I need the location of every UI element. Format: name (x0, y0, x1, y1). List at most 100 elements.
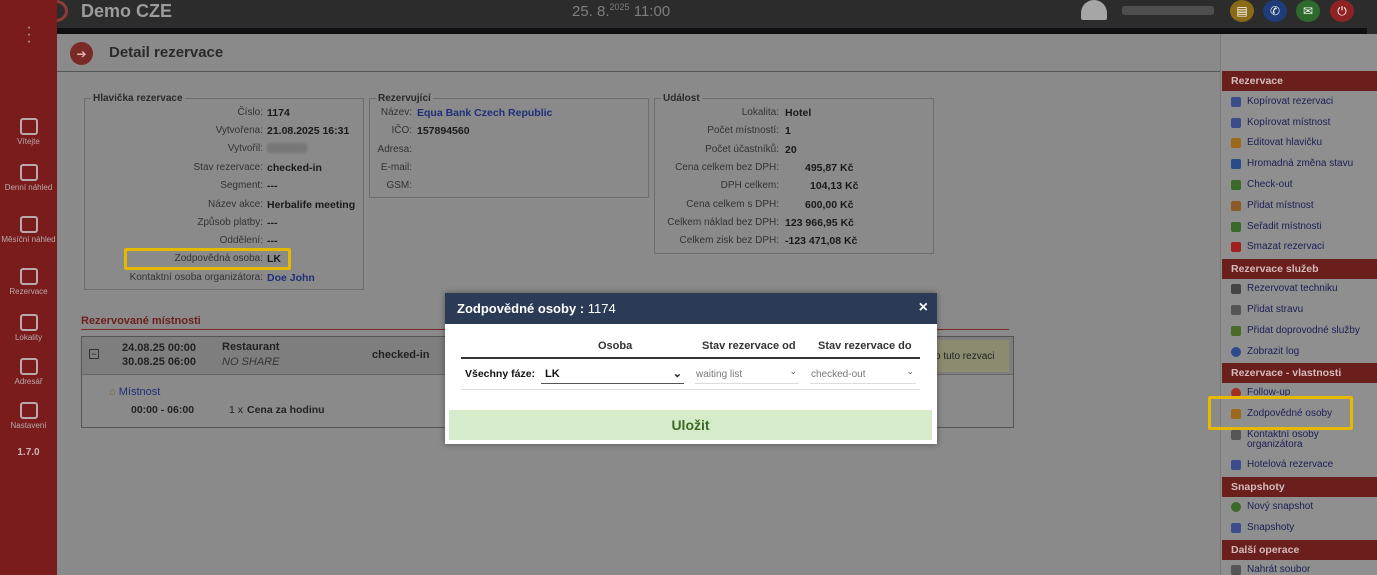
book-icon[interactable]: ▤ (1230, 0, 1254, 22)
section-rezervace: Rezervace (1222, 71, 1377, 91)
action-label: Přidat stravu (1247, 304, 1304, 315)
action-copy-room[interactable]: Kopírovat místnost (1222, 118, 1377, 128)
box-legend: Událost (663, 93, 700, 104)
section-reservation-properties: Rezervace - vlastnosti (1222, 363, 1377, 383)
column-header-status-from: Stav rezervace od (702, 340, 796, 352)
refresh-icon (1231, 159, 1241, 169)
field-label: Segment: (220, 180, 263, 191)
close-icon[interactable]: × (919, 299, 928, 317)
field-value: -123 471,08 Kč (785, 235, 858, 247)
top-bar: Demo CZE 25. 8.2025 11:00 ▤ ✆ ✉ ⏻ (0, 0, 1377, 34)
user-name-blurred[interactable] (1122, 6, 1214, 15)
status-to-select[interactable]: checked-out ⌄ (810, 363, 916, 384)
power-icon[interactable]: ⏻ (1330, 0, 1354, 22)
status-from-select[interactable]: waiting list ⌄ (695, 363, 799, 384)
action-checkout[interactable]: Check-out (1222, 180, 1377, 190)
field-value: 1174 (267, 107, 290, 119)
nav-item-nastaveni[interactable]: Nastavení (0, 402, 57, 430)
field-label: DPH celkem: (720, 180, 779, 191)
room-name: Restaurant (222, 341, 280, 353)
action-add-services[interactable]: Přidat doprovodné služby (1222, 326, 1377, 336)
daily-chart-icon (19, 164, 38, 181)
action-snapshots[interactable]: Snapshoty (1222, 523, 1377, 533)
date-day: 25. 8. (572, 3, 610, 20)
edit-icon (19, 314, 38, 331)
action-label: Editovat hlavičku (1247, 137, 1323, 148)
home-icon (19, 118, 38, 135)
field-label: Celkem zisk bez DPH: (679, 235, 779, 246)
booker-name-link[interactable]: Equa Bank Czech Republic (417, 107, 552, 119)
address-book-icon (19, 358, 38, 375)
action-label: Nahrát soubor (1247, 564, 1311, 575)
action-organizer-contacts[interactable]: Kontaktní osoby organizátora (1222, 430, 1342, 450)
contact-icon (1231, 430, 1241, 440)
room-share: NO SHARE (222, 356, 280, 368)
copy-icon (1231, 118, 1241, 128)
status-from-value: waiting list (696, 369, 743, 380)
app-version: 1.7.0 (17, 447, 40, 458)
nav-item-lokality[interactable]: Lokality (0, 314, 57, 342)
collapse-toggle[interactable]: − (89, 349, 99, 359)
nav-item-adresar[interactable]: Adresář (0, 358, 57, 386)
field-value: 104,13 Kč (810, 180, 859, 192)
action-edit-header[interactable]: Editovat hlavičku (1222, 138, 1377, 148)
plus-icon (1231, 502, 1241, 512)
action-label: Přidat doprovodné služby (1247, 325, 1360, 336)
checkout-icon (1231, 180, 1241, 190)
field-value: --- (267, 217, 278, 229)
nav-item-vitejte[interactable]: Vítejte (0, 118, 57, 146)
save-button[interactable]: Uložit (449, 410, 932, 440)
back-button[interactable]: ➔ (70, 42, 93, 65)
field-label: Cena celkem bez DPH: (675, 162, 779, 173)
user-avatar[interactable] (1081, 0, 1107, 20)
action-add-room[interactable]: Přidat místnost (1222, 201, 1377, 211)
action-label: Seřadit místnosti (1247, 221, 1322, 232)
nav-item-mesicni[interactable]: Měsíční náhled (0, 216, 57, 244)
field-label: Stav rezervace: (193, 162, 263, 173)
action-new-snapshot[interactable]: Nový snapshot (1222, 502, 1377, 512)
action-bulk-status[interactable]: Hromadná změna stavu (1222, 159, 1377, 169)
field-label: Adresa: (377, 144, 412, 155)
room-to: 30.08.25 06:00 (122, 356, 197, 368)
phone-icon[interactable]: ✆ (1263, 0, 1287, 22)
modal-title: Zodpovědné osoby : (457, 301, 585, 316)
table-header-line (461, 357, 920, 359)
modal-reservation-id: 1174 (587, 301, 616, 316)
box-legend: Hlavička rezervace (93, 93, 183, 104)
page-title: Detail rezervace (109, 44, 224, 61)
field-label: Název akce: (207, 199, 263, 210)
nav-item-denni[interactable]: Denní náhled (0, 164, 57, 192)
menu-dots-icon[interactable]: · · · (26, 20, 32, 50)
action-delete-reservation[interactable]: Smazat rezervaci (1222, 242, 1377, 252)
action-show-log[interactable]: Zobrazit log (1222, 347, 1377, 357)
box-legend: Rezervující (378, 93, 431, 104)
left-sidebar: · · · Vítejte Denní náhled Měsíční náhled … (0, 0, 57, 575)
action-upload-file[interactable]: Nahrát soubor (1222, 565, 1377, 575)
highlight-responsible-persons-action (1208, 396, 1353, 430)
action-book-equipment[interactable]: Rezervovat techniku (1222, 284, 1377, 294)
house-icon (1231, 201, 1241, 211)
action-add-food[interactable]: Přidat stravu (1222, 305, 1377, 315)
room-from: 24.08.25 00:00 (122, 342, 197, 354)
action-label: Nový snapshot (1247, 501, 1314, 512)
app-title: Demo CZE (81, 1, 173, 21)
action-copy-reservation[interactable]: Kopírovat rezervaci (1222, 97, 1377, 107)
monthly-chart-icon (19, 216, 38, 233)
organizer-contact-link[interactable]: Doe John (267, 272, 315, 284)
action-label: Kontaktní osoby organizátora (1247, 429, 1319, 450)
nav-label: Nastavení (10, 421, 47, 430)
field-label: Cena celkem s DPH: (686, 199, 779, 210)
room-sub-qty: 1 x (229, 404, 244, 416)
person-select[interactable]: LK ⌄ (541, 363, 684, 384)
page-header: ➔ Detail rezervace (57, 34, 1220, 72)
food-icon (1231, 305, 1241, 315)
chat-icon[interactable]: ✉ (1296, 0, 1320, 22)
action-hotel-reservation[interactable]: Hotelová rezervace (1222, 460, 1377, 470)
action-sort-rooms[interactable]: Seřadit místnosti (1222, 222, 1377, 232)
current-datetime: 25. 8.2025 11:00 (572, 2, 670, 20)
action-label: Hromadná změna stavu (1247, 158, 1354, 169)
nav-item-rezervace[interactable]: Rezervace (0, 268, 57, 296)
field-value: 157894560 (417, 125, 470, 137)
section-snapshots: Snapshoty (1222, 477, 1377, 497)
nav-label: Rezervace (9, 287, 48, 296)
